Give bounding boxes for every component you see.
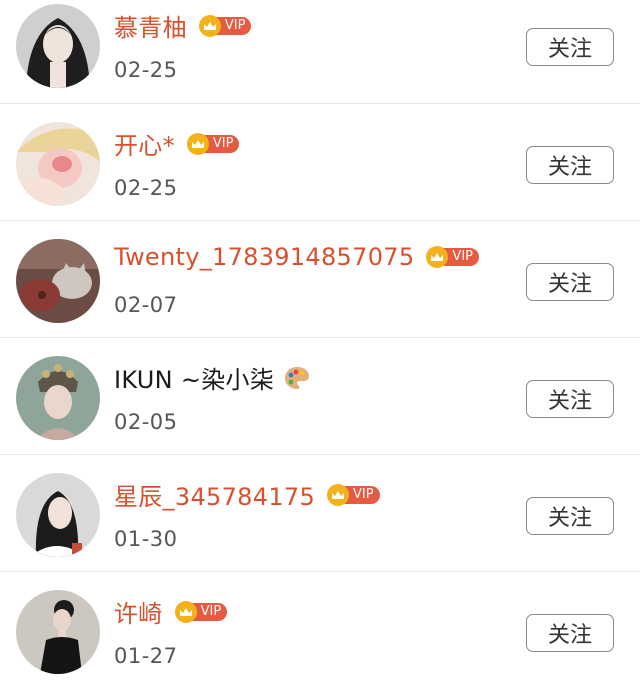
list-item[interactable]: 开心* VIP 02-25 关注 <box>0 104 640 221</box>
user-name[interactable]: 许崎 <box>114 594 163 629</box>
avatar[interactable] <box>16 122 100 206</box>
follow-date: 02-07 <box>114 293 178 317</box>
crown-icon <box>327 483 350 506</box>
name-line: 星辰_345784175 VIP <box>114 477 380 512</box>
vip-badge: VIP <box>327 483 380 506</box>
vip-badge: VIP <box>186 132 240 155</box>
list-item[interactable]: IKUN ~染小柒 02-05 关注 <box>0 338 640 455</box>
avatar[interactable] <box>16 590 100 674</box>
user-name[interactable]: 星辰_345784175 <box>114 477 315 512</box>
follow-button[interactable]: 关注 <box>526 146 614 184</box>
follow-date: 02-25 <box>114 58 178 82</box>
list-item[interactable]: Twenty_1783914857075 VIP 02-07 关注 <box>0 221 640 338</box>
user-name[interactable]: IKUN ~染小柒 <box>114 360 274 395</box>
vip-badge: VIP <box>426 246 479 268</box>
avatar[interactable] <box>16 239 100 323</box>
name-line: 慕青柚 VIP <box>114 8 252 43</box>
follow-date: 01-27 <box>114 644 178 668</box>
avatar[interactable] <box>16 4 100 88</box>
list-item[interactable]: 许崎 VIP 01-27 关注 <box>0 572 640 685</box>
name-line: 开心* VIP <box>114 126 240 161</box>
follow-date: 02-25 <box>114 176 178 200</box>
follow-button[interactable]: 关注 <box>526 497 614 535</box>
follow-date: 02-05 <box>114 410 178 434</box>
name-line: 许崎 VIP <box>114 594 228 629</box>
follow-button[interactable]: 关注 <box>526 380 614 418</box>
crown-icon <box>174 600 197 623</box>
user-name[interactable]: 开心* <box>114 126 175 161</box>
vip-badge: VIP <box>198 14 252 37</box>
crown-icon <box>198 14 221 37</box>
palette-icon <box>284 366 310 390</box>
follower-list: 慕青柚 VIP 02-25 关注 开心* VIP 02-25 关注 Twenty… <box>0 0 640 687</box>
follow-button[interactable]: 关注 <box>526 28 614 66</box>
follow-button[interactable]: 关注 <box>526 263 614 301</box>
user-name[interactable]: Twenty_1783914857075 <box>114 243 414 271</box>
follow-date: 01-30 <box>114 527 178 551</box>
user-name[interactable]: 慕青柚 <box>114 8 187 43</box>
name-line: Twenty_1783914857075 VIP <box>114 243 479 271</box>
vip-badge: VIP <box>174 600 228 623</box>
crown-icon <box>186 132 209 155</box>
follow-button[interactable]: 关注 <box>526 614 614 652</box>
list-item[interactable]: 星辰_345784175 VIP 01-30 关注 <box>0 455 640 572</box>
list-item[interactable]: 慕青柚 VIP 02-25 关注 <box>0 0 640 104</box>
name-line: IKUN ~染小柒 <box>114 360 310 395</box>
avatar[interactable] <box>16 473 100 557</box>
avatar[interactable] <box>16 356 100 440</box>
